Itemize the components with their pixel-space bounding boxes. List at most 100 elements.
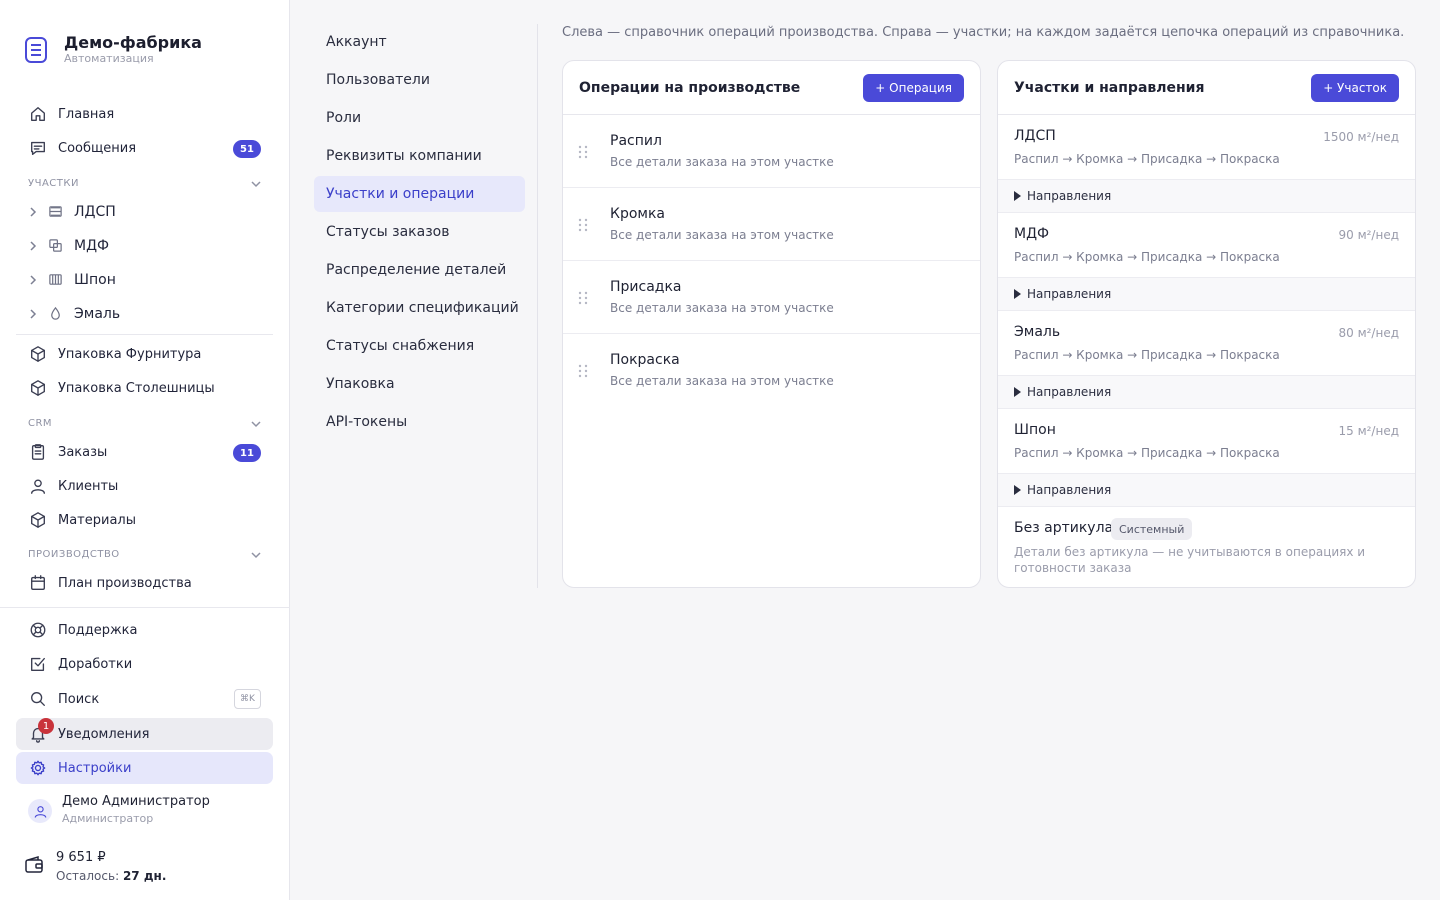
operation-description: Все детали заказа на этом участке — [610, 228, 834, 242]
balance-remaining-value: 27 дн. — [122, 869, 167, 883]
directions-toggle[interactable]: Направления — [998, 474, 1415, 507]
avatar — [28, 799, 52, 823]
settings-menu-company-details[interactable]: Реквизиты компании — [314, 138, 525, 174]
section-row[interactable]: Шпон 15 м²/нед Распил → Кромка → Присадк… — [998, 409, 1415, 474]
section-name: Эмаль — [1014, 324, 1061, 340]
section-row[interactable]: МДФ 90 м²/нед Распил → Кромка → Присадка… — [998, 213, 1415, 278]
nav-messages[interactable]: Сообщения 51 — [16, 132, 273, 164]
drag-handle-icon[interactable] — [577, 217, 589, 237]
box-icon — [28, 344, 48, 364]
operation-row[interactable]: Присадка Все детали заказа на этом участ… — [563, 261, 980, 334]
section-operation-chain: Распил → Кромка → Присадка → Покраска — [1014, 152, 1280, 166]
nav-clients-label: Клиенты — [58, 478, 119, 494]
settings-menu-parts-distribution[interactable]: Распределение деталей — [314, 252, 525, 288]
chevron-right-icon[interactable] — [28, 275, 38, 285]
barcode-icon — [48, 272, 64, 288]
system-section-name: Без артикула — [1014, 520, 1114, 536]
operations-card-header: Операции на производстве + Операция — [563, 61, 980, 115]
caret-right-icon — [1014, 485, 1021, 495]
search-shortcut: ⌘K — [234, 689, 261, 709]
settings-menu-sections-operations[interactable]: Участки и операции — [314, 176, 525, 212]
nav-production-plan[interactable]: План производства — [16, 567, 273, 599]
nav-improvements[interactable]: Доработки — [16, 648, 273, 680]
nav-home[interactable]: Главная — [16, 98, 273, 130]
operation-row[interactable]: Распил Все детали заказа на этом участке — [563, 115, 980, 188]
lifebuoy-icon — [28, 620, 48, 640]
section-row[interactable]: Эмаль 80 м²/нед Распил → Кромка → Присад… — [998, 311, 1415, 376]
production-group-label: ПРОИЗВОДСТВО — [28, 549, 120, 560]
directions-toggle[interactable]: Направления — [998, 376, 1415, 409]
operation-row[interactable]: Кромка Все детали заказа на этом участке — [563, 188, 980, 261]
checkbox-icon — [28, 654, 48, 674]
chevron-right-icon[interactable] — [28, 241, 38, 251]
nav-orders[interactable]: Заказы 11 — [16, 436, 273, 468]
nav-production-plan-label: План производства — [58, 575, 192, 591]
nav-materials[interactable]: Материалы — [16, 504, 273, 536]
directions-label: Направления — [1027, 385, 1112, 399]
message-icon — [28, 138, 48, 158]
chevron-down-icon[interactable] — [250, 418, 262, 430]
nav-settings[interactable]: Настройки — [16, 752, 273, 784]
brand[interactable]: Демо-фабрика Автоматизация — [24, 34, 202, 66]
copy-icon — [48, 238, 64, 254]
settings-menu-order-statuses[interactable]: Статусы заказов — [314, 214, 525, 250]
nav-home-label: Главная — [58, 106, 115, 122]
operation-description: Все детали заказа на этом участке — [610, 374, 834, 388]
user-name: Демо Администратор — [62, 794, 210, 809]
nav-packaging-fittings[interactable]: Упаковка Фурнитура — [16, 338, 273, 370]
add-operation-button[interactable]: + Операция — [863, 73, 964, 102]
settings-menu-roles[interactable]: Роли — [314, 100, 525, 136]
nav-clients[interactable]: Клиенты — [16, 470, 273, 502]
crm-group-label: CRM — [28, 418, 53, 429]
section-operation-chain: Распил → Кромка → Присадка → Покраска — [1014, 348, 1280, 362]
directions-toggle[interactable]: Направления — [998, 180, 1415, 213]
balance[interactable]: 9 651 ₽ Осталось: 27 дн. — [24, 849, 166, 885]
add-section-button[interactable]: + Участок — [1311, 73, 1399, 102]
nav-support[interactable]: Поддержка — [16, 614, 273, 646]
operation-row[interactable]: Покраска Все детали заказа на этом участ… — [563, 334, 980, 407]
operation-description: Все детали заказа на этом участке — [610, 155, 834, 169]
section-item-label: Эмаль — [74, 306, 121, 322]
brand-subtitle: Автоматизация — [64, 52, 154, 65]
chevron-right-icon[interactable] — [28, 207, 38, 217]
section-item-mdf[interactable]: МДФ — [16, 231, 273, 261]
chevron-down-icon[interactable] — [250, 178, 262, 190]
sections-card: Участки и направления + Участок ЛДСП 150… — [997, 60, 1416, 588]
section-name: ЛДСП — [1014, 128, 1056, 144]
drag-handle-icon[interactable] — [577, 144, 589, 164]
nav-packaging-tops[interactable]: Упаковка Столешницы — [16, 372, 273, 404]
settings-menu-api-tokens[interactable]: API-токены — [314, 404, 525, 440]
section-name: МДФ — [1014, 226, 1050, 242]
settings-menu-users[interactable]: Пользователи — [314, 62, 525, 98]
user-role: Администратор — [62, 812, 154, 825]
drag-handle-icon[interactable] — [577, 363, 589, 383]
section-item-label: МДФ — [74, 238, 110, 254]
settings-menu-account[interactable]: Аккаунт — [314, 24, 525, 60]
clipboard-icon — [28, 442, 48, 462]
settings-menu-supply-statuses[interactable]: Статусы снабжения — [314, 328, 525, 364]
system-section-row[interactable]: Без артикула Системный Детали без артику… — [998, 507, 1415, 587]
nav-search[interactable]: Поиск ⌘K — [16, 683, 273, 715]
layers-icon — [48, 204, 64, 220]
settings-menu-spec-categories[interactable]: Категории спецификаций — [314, 290, 525, 326]
drag-handle-icon[interactable] — [577, 290, 589, 310]
user-profile[interactable]: Демо Администратор Администратор — [28, 794, 210, 828]
section-item-veneer[interactable]: Шпон — [16, 265, 273, 295]
nav-packaging-tops-label: Упаковка Столешницы — [58, 380, 215, 396]
section-item-enamel[interactable]: Эмаль — [16, 299, 273, 329]
chevron-down-icon[interactable] — [250, 549, 262, 561]
cube-icon — [28, 510, 48, 530]
nav-notifications[interactable]: 1 Уведомления — [16, 718, 273, 750]
home-icon — [28, 104, 48, 124]
operation-name: Распил — [610, 133, 662, 149]
section-item-ldsp[interactable]: ЛДСП — [16, 197, 273, 227]
directions-toggle[interactable]: Направления — [998, 278, 1415, 311]
chevron-right-icon[interactable] — [28, 309, 38, 319]
section-row[interactable]: ЛДСП 1500 м²/нед Распил → Кромка → Приса… — [998, 115, 1415, 180]
divider — [16, 334, 273, 335]
nav-notifications-label: Уведомления — [58, 726, 150, 742]
section-operation-chain: Распил → Кромка → Присадка → Покраска — [1014, 446, 1280, 460]
system-badge: Системный — [1111, 518, 1193, 540]
box-icon — [28, 378, 48, 398]
settings-menu-packaging[interactable]: Упаковка — [314, 366, 525, 402]
